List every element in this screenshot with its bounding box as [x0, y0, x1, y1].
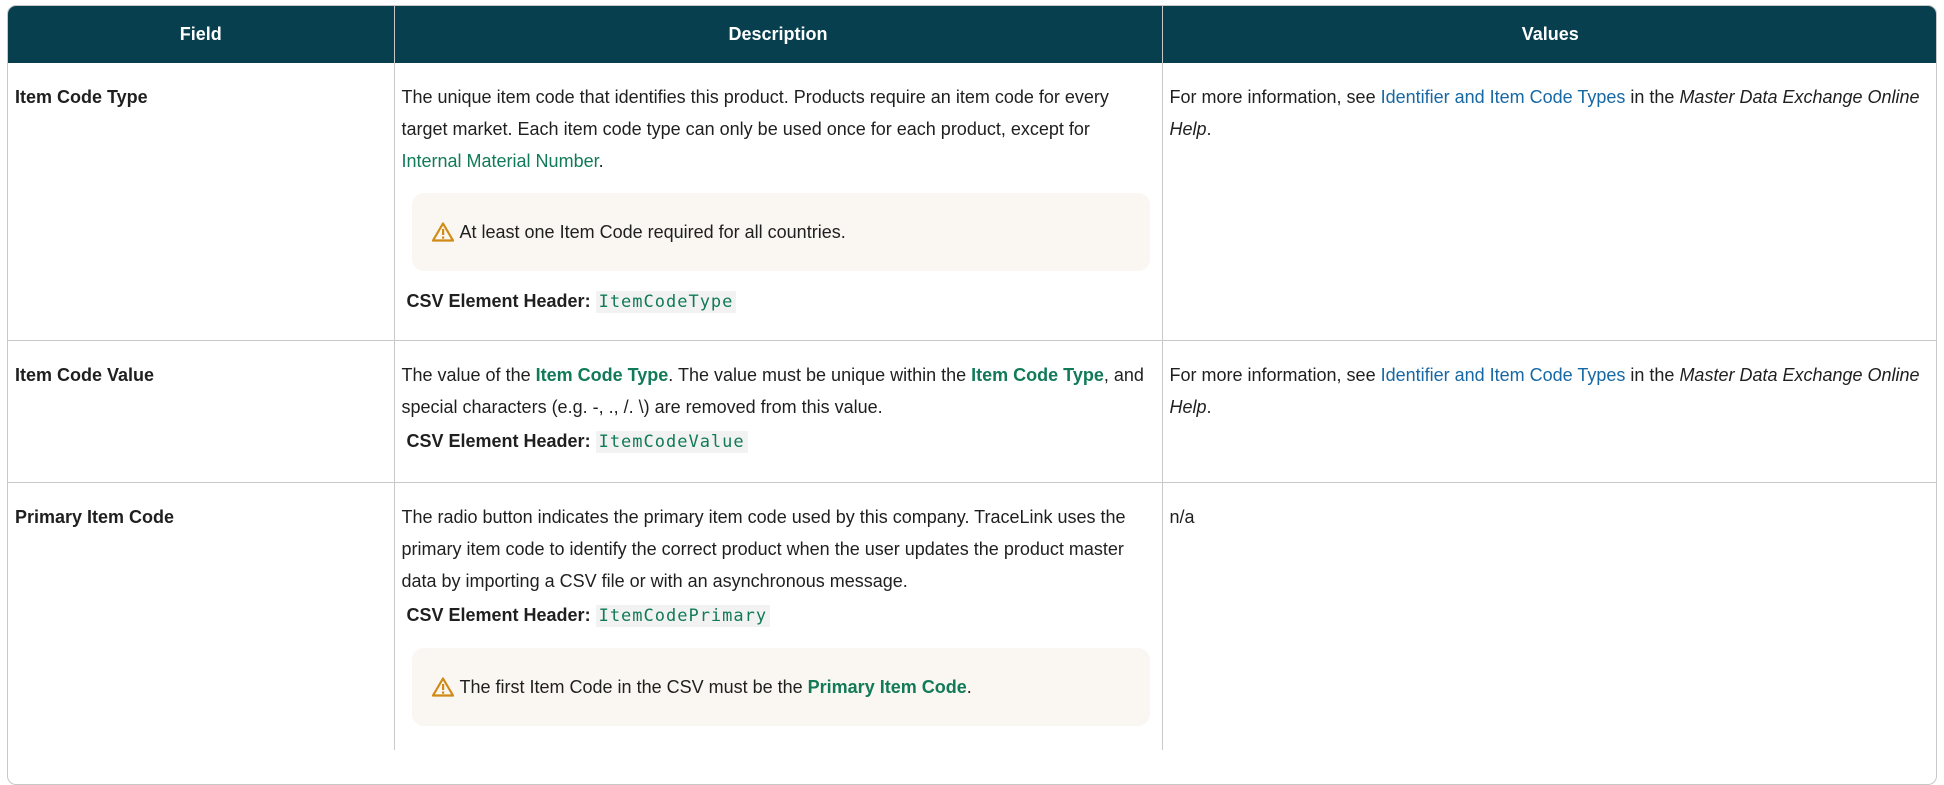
description-text: The value of the Item Code Type. The val… [402, 359, 1154, 423]
csv-code: ItemCodeType [595, 291, 737, 313]
note-text: At least one Item Code required for all … [459, 222, 846, 242]
values-text-part: . [1206, 119, 1212, 139]
table-row: Item Code Type The unique item code that… [8, 63, 1936, 340]
field-cell: Item Code Type [8, 63, 395, 340]
values-text-part: in the [1625, 364, 1680, 385]
description-cell: The value of the Item Code Type. The val… [394, 339, 1163, 482]
note-text-part: The first Item Code in the CSV must be t… [459, 676, 808, 697]
description-text-part: . The value must be unique within the [668, 364, 972, 385]
warning-triangle-icon [431, 222, 454, 242]
csv-label: CSV Element Header: [406, 430, 591, 451]
table-row: Item Code Value The value of the Item Co… [8, 339, 1936, 482]
header-values: Values [1162, 6, 1936, 63]
note-text-part: . [966, 676, 972, 697]
csv-label: CSV Element Header: [406, 291, 591, 311]
item-code-type-term: Item Code Type [535, 364, 669, 385]
description-cell: The unique item code that identifies thi… [394, 63, 1163, 340]
warning-triangle-icon [431, 676, 454, 697]
warning-note: The first Item Code in the CSV must be t… [411, 647, 1150, 726]
csv-element-header: CSV Element Header: ItemCodePrimary [407, 599, 1154, 632]
field-cell: Primary Item Code [8, 481, 395, 750]
csv-code: ItemCodeValue [595, 430, 748, 453]
primary-item-code-term: Primary Item Code [807, 676, 967, 697]
description-text-part: The value of the [401, 364, 536, 385]
csv-element-header: CSV Element Header: ItemCodeValue [407, 425, 1154, 458]
description-text-part: The unique item code that identifies thi… [401, 87, 1109, 139]
identifier-item-code-types-link[interactable]: Identifier and Item Code Types [1381, 365, 1626, 385]
description-text: The unique item code that identifies thi… [402, 81, 1154, 177]
internal-material-number-link[interactable]: Internal Material Number [402, 151, 599, 171]
field-label: Item Code Value [15, 364, 155, 385]
values-cell: For more information, see Identifier and… [1162, 339, 1936, 482]
table-header-row: Field Description Values [8, 6, 1936, 63]
header-description: Description [394, 6, 1163, 63]
table-row: Primary Item Code The radio button indic… [8, 481, 1936, 750]
item-code-type-term: Item Code Type [971, 364, 1104, 385]
header-field: Field [8, 6, 395, 63]
csv-code: ItemCodePrimary [595, 604, 771, 627]
note-text: The first Item Code in the CSV must be t… [460, 671, 972, 703]
field-cell: Item Code Value [8, 339, 395, 482]
warning-note: At least one Item Code required for all … [411, 193, 1150, 271]
csv-label: CSV Element Header: [406, 604, 591, 625]
values-text-part: . [1206, 396, 1212, 417]
description-text-part: . [598, 151, 604, 171]
field-label: Primary Item Code [15, 506, 175, 527]
field-reference-table: Field Description Values Item Code Type … [7, 5, 1937, 785]
csv-element-header: CSV Element Header: ItemCodeType [407, 285, 1154, 318]
values-text: n/a [1169, 506, 1195, 527]
description-text: The radio button indicates the primary i… [401, 506, 1126, 591]
values-cell: n/a [1162, 481, 1936, 750]
field-label: Item Code Type [15, 87, 148, 107]
values-cell: For more information, see Identifier and… [1162, 63, 1936, 340]
values-text-part: in the [1625, 87, 1680, 107]
identifier-item-code-types-link[interactable]: Identifier and Item Code Types [1381, 87, 1626, 107]
table: Field Description Values Item Code Type … [8, 6, 1936, 750]
description-cell: The radio button indicates the primary i… [394, 481, 1163, 750]
values-text-part: For more information, see [1169, 87, 1381, 107]
values-text-part: For more information, see [1169, 364, 1381, 385]
